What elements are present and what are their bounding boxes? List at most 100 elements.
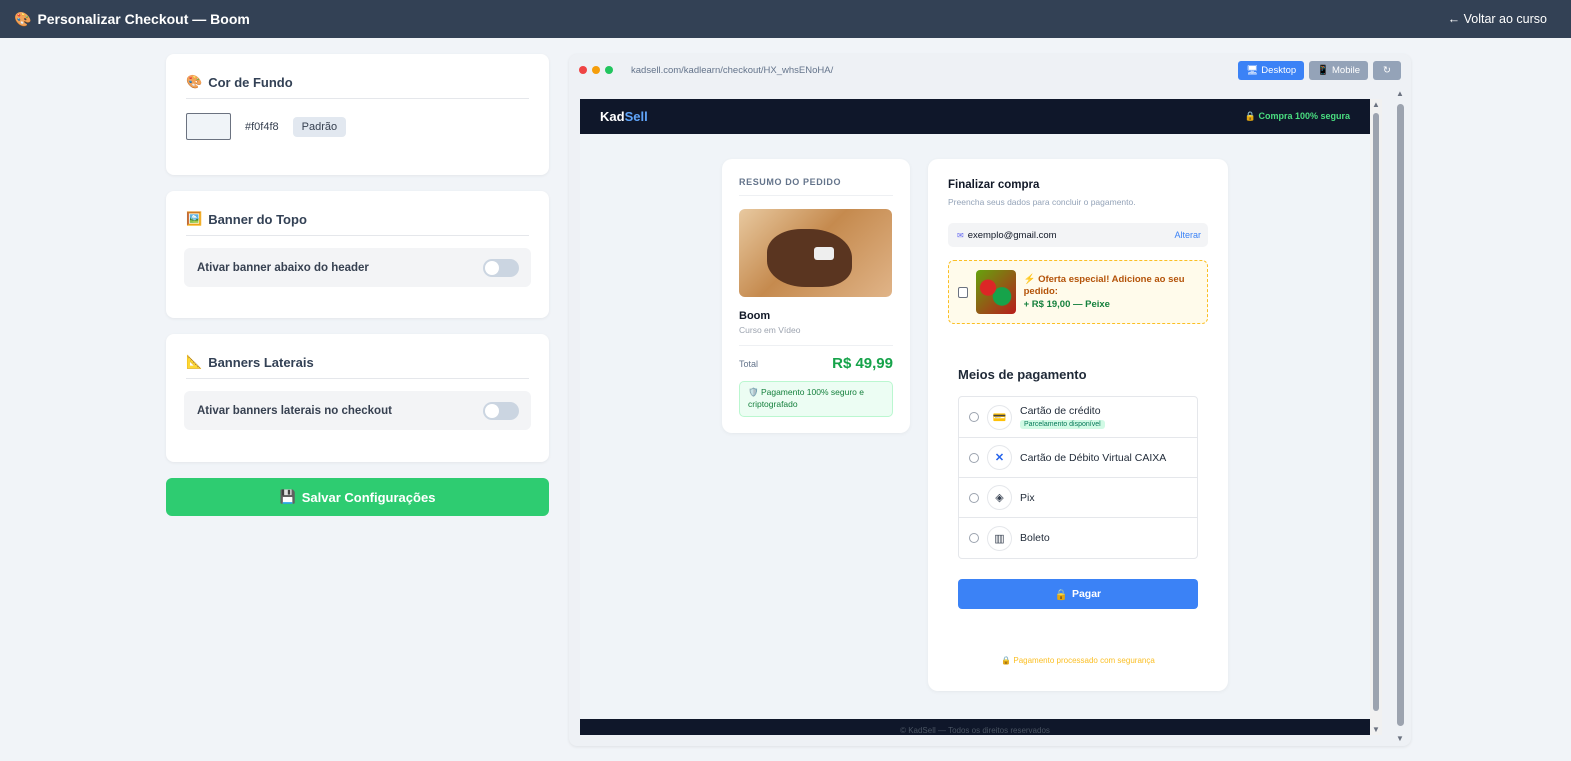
radio-button[interactable] — [969, 452, 979, 463]
default-color-button[interactable]: Padrão — [292, 116, 347, 137]
toggle-label: Ativar banner abaixo do header — [197, 261, 369, 274]
scroll-up-icon[interactable]: ▲ — [1372, 100, 1380, 109]
checkout-subtitle: Preencha seus dados para concluir o paga… — [948, 197, 1136, 207]
order-summary: RESUMO DO PEDIDO Boom Curso em Vídeo Tot… — [722, 159, 910, 433]
payment-methods-title: Meios de pagamento — [958, 367, 1087, 382]
desktop-label: Desktop — [1261, 64, 1297, 76]
inner-scrollbar[interactable]: ▲ ▼ — [1370, 99, 1382, 735]
offer-price: + R$ 19,00 — Peixe — [1023, 299, 1110, 311]
method-label: Pix — [1020, 491, 1035, 504]
caixa-icon: ✕ — [987, 445, 1012, 470]
installments-badge: Parcelamento disponível — [1020, 420, 1105, 429]
desktop-view-button[interactable]: 🖥 Desktop — [1238, 60, 1305, 80]
card-title: 🎨 Cor de Fundo — [186, 74, 529, 99]
phone-icon: 📱 — [1317, 64, 1329, 76]
payment-method-credit-card[interactable]: 💳 Cartão de crédito Parcelamento disponí… — [959, 397, 1197, 438]
preview-viewport: KadSell 🔒 Compra 100% segura RESUMO DO P… — [580, 99, 1370, 735]
mail-icon: ✉ — [957, 230, 964, 240]
offer-image — [975, 270, 1016, 314]
mobile-label: Mobile — [1332, 64, 1360, 76]
back-to-course-link[interactable]: ← Voltar ao curso — [1448, 12, 1547, 26]
toggle-label: Ativar banners laterais no checkout — [197, 404, 392, 417]
save-label: Salvar Configurações — [301, 489, 436, 505]
palette-icon: 🎨 — [186, 74, 203, 89]
window-dots — [579, 66, 613, 74]
refresh-button[interactable]: ↻ — [1373, 60, 1401, 80]
preview-url: kadsell.com/kadlearn/checkout/HX_whsENoH… — [631, 64, 834, 76]
checkout-header: KadSell 🔒 Compra 100% segura — [580, 99, 1370, 134]
checkout-preview: kadsell.com/kadlearn/checkout/HX_whsENoH… — [569, 54, 1411, 746]
secure-payment-note: 🛡️ Pagamento 100% seguro e criptografado — [739, 381, 893, 417]
barcode-icon: ▥ — [987, 525, 1012, 551]
preview-toolbar: kadsell.com/kadlearn/checkout/HX_whsENoH… — [569, 54, 1411, 86]
mobile-view-button[interactable]: 📱 Mobile — [1309, 60, 1368, 80]
card-title-text: Cor de Fundo — [208, 74, 293, 90]
ruler-icon: 📐 — [186, 354, 203, 369]
credit-card-icon: 💳 — [987, 404, 1012, 430]
total-label: Total — [739, 358, 759, 369]
top-banner-toggle-row: Ativar banner abaixo do header — [184, 248, 531, 287]
palette-icon: 🎨 — [14, 10, 32, 27]
product-type: Curso em Vídeo — [739, 325, 801, 335]
outer-scrollbar[interactable]: ▲ ▼ — [1393, 88, 1407, 744]
save-settings-button[interactable]: 💾 Salvar Configurações — [166, 478, 549, 516]
minimize-dot-icon — [592, 66, 600, 74]
scrollbar-thumb[interactable] — [1397, 104, 1404, 726]
offer-checkbox[interactable] — [958, 286, 968, 298]
radio-button[interactable] — [969, 412, 979, 422]
secure-purchase-label: 🔒 Compra 100% segura — [1244, 111, 1350, 121]
total-row: Total R$ 49,99 — [739, 345, 893, 372]
hex-value: #f0f4f8 — [245, 120, 279, 133]
change-email-link[interactable]: Alterar — [1174, 230, 1201, 240]
product-image — [739, 209, 892, 297]
card-title-text: Banner do Topo — [208, 211, 307, 227]
logo-part-a: Kad — [600, 109, 625, 124]
scrollbar-thumb[interactable] — [1373, 113, 1379, 711]
page-title-text: Personalizar Checkout — Boom — [37, 11, 250, 27]
method-label: Boleto — [1020, 532, 1050, 544]
scroll-down-icon[interactable]: ▼ — [1396, 734, 1404, 743]
checkout-title: Finalizar compra — [948, 179, 1040, 191]
total-value: R$ 49,99 — [832, 355, 893, 372]
kadsell-logo: KadSell — [600, 109, 648, 124]
maximize-dot-icon — [605, 66, 613, 74]
refresh-icon: ↻ — [1383, 64, 1391, 76]
radio-button[interactable] — [969, 492, 979, 503]
method-text: Cartão de crédito Parcelamento disponíve… — [1020, 405, 1105, 429]
scroll-down-icon[interactable]: ▼ — [1372, 725, 1380, 734]
checkout-form: Finalizar compra Preencha seus dados par… — [928, 159, 1228, 691]
method-label: Cartão de Débito Virtual CAIXA — [1020, 451, 1167, 464]
email-value: exemplo@gmail.com — [967, 229, 1057, 241]
bag-shape — [767, 229, 852, 287]
radio-button[interactable] — [969, 533, 979, 543]
pay-button[interactable]: 🔒 Pagar — [958, 579, 1198, 609]
special-offer: ⚡ Oferta especial! Adicione ao seu pedid… — [948, 260, 1208, 324]
top-banner-toggle[interactable] — [483, 258, 519, 277]
color-picker[interactable] — [186, 113, 231, 140]
close-dot-icon — [579, 66, 587, 74]
offer-text: ⚡ Oferta especial! Adicione ao seu pedid… — [1023, 273, 1185, 297]
side-banners-toggle[interactable] — [483, 401, 519, 420]
color-row: #f0f4f8 Padrão — [186, 113, 529, 140]
email-value-wrap: ✉ exemplo@gmail.com — [957, 230, 1057, 241]
payment-method-caixa[interactable]: ✕ Cartão de Débito Virtual CAIXA — [959, 438, 1197, 478]
payment-methods-list: 💳 Cartão de crédito Parcelamento disponí… — [958, 396, 1198, 559]
card-title-text: Banners Laterais — [208, 354, 314, 370]
background-color-card: 🎨 Cor de Fundo #f0f4f8 Padrão — [166, 54, 549, 175]
order-summary-heading: RESUMO DO PEDIDO — [739, 177, 893, 196]
camera-shape — [814, 247, 834, 260]
top-banner-card: 🖼️ Banner do Topo Ativar banner abaixo d… — [166, 191, 549, 318]
top-bar: 🎨 Personalizar Checkout — Boom ← Voltar … — [0, 0, 1571, 38]
payment-method-pix[interactable]: ◈ Pix — [959, 478, 1197, 518]
page-title: 🎨 Personalizar Checkout — Boom — [14, 11, 250, 28]
scroll-up-icon[interactable]: ▲ — [1396, 89, 1404, 98]
payment-method-boleto[interactable]: ▥ Boleto — [959, 518, 1197, 558]
product-name: Boom — [739, 310, 771, 322]
offer-text-wrap: ⚡ Oferta especial! Adicione ao seu pedid… — [1024, 274, 1198, 311]
pix-icon: ◈ — [987, 485, 1012, 510]
pay-label: Pagar — [1071, 588, 1102, 600]
picture-icon: 🖼️ — [186, 211, 203, 226]
email-row: ✉ exemplo@gmail.com Alterar — [948, 223, 1208, 247]
monitor-icon: 🖥 — [1246, 64, 1259, 76]
method-label: Cartão de crédito — [1020, 405, 1101, 417]
